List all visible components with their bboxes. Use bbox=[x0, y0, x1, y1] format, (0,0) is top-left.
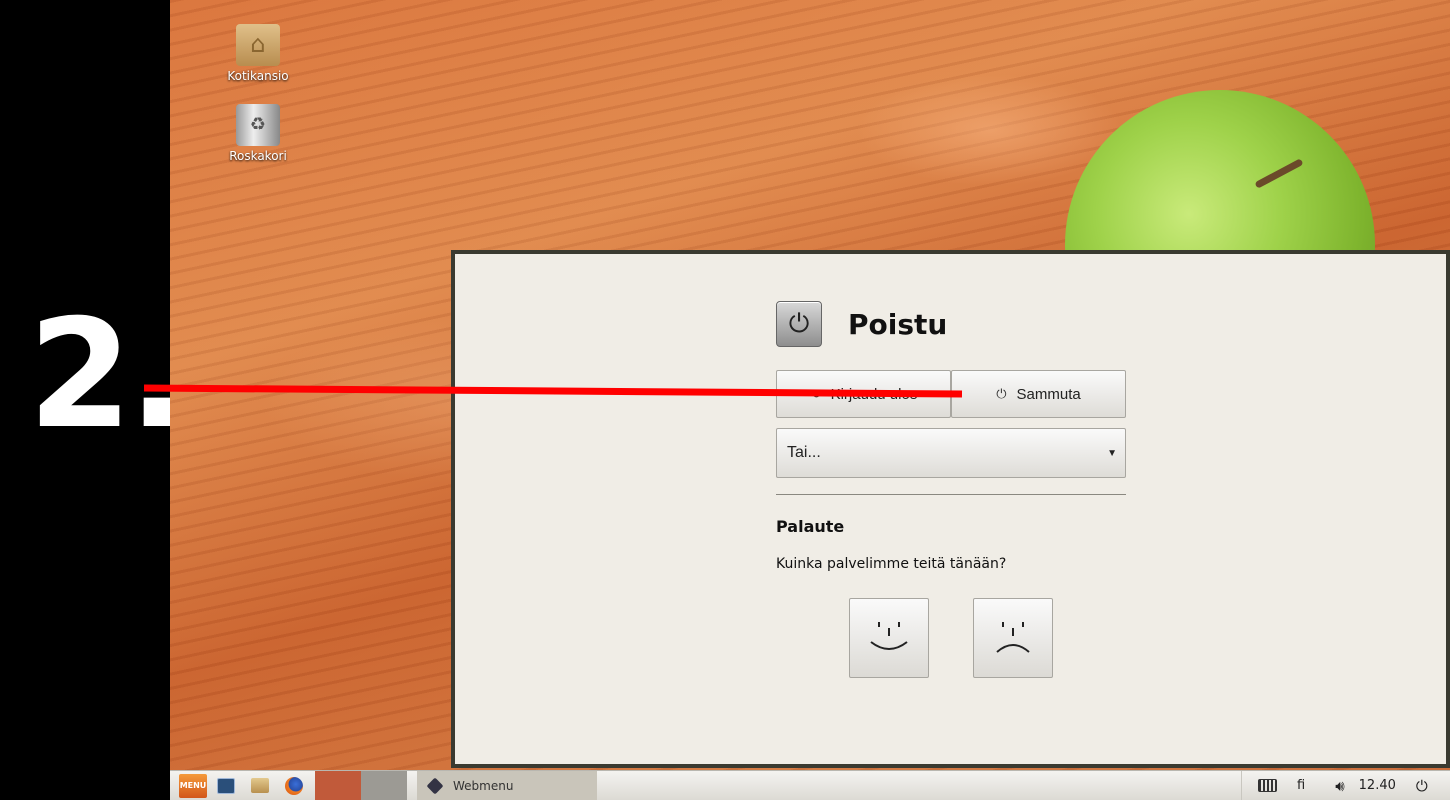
task-label: Webmenu bbox=[453, 778, 514, 793]
shutdown-button-label: Sammuta bbox=[1016, 385, 1081, 403]
system-tray: fi 🔊︎ 12.40 ⏻ bbox=[1241, 771, 1450, 800]
power-logo-icon: ⏻ bbox=[776, 301, 822, 347]
trash-icon bbox=[236, 104, 280, 146]
dialog-content: ⏻ Poistu ⟲ Kirjaudu ulos ⏻ Sammuta Tai..… bbox=[776, 300, 1126, 688]
logout-button-label: Kirjaudu ulos bbox=[830, 385, 918, 403]
dialog-title: Poistu bbox=[848, 307, 948, 341]
taskbar-window-webmenu[interactable]: Webmenu bbox=[417, 771, 597, 800]
chevron-down-icon: ▼ bbox=[1107, 447, 1117, 459]
desktop-icon-home[interactable]: Kotikansio bbox=[220, 24, 296, 83]
feedback-heading: Palaute bbox=[776, 517, 845, 536]
workspace-1[interactable] bbox=[315, 771, 361, 800]
home-folder-icon bbox=[236, 24, 280, 66]
clock[interactable]: 12.40 bbox=[1359, 778, 1396, 793]
folder-icon bbox=[251, 778, 269, 793]
desktop-icon-label: Kotikansio bbox=[227, 69, 289, 83]
happy-feedback-button[interactable] bbox=[849, 598, 929, 678]
keyboard-layout[interactable]: fi bbox=[1297, 778, 1305, 793]
more-options-value: Tai... bbox=[787, 444, 821, 461]
smiley-happy-icon bbox=[870, 622, 908, 650]
logout-icon: ⟲ bbox=[809, 386, 821, 401]
power-icon: ⏻ bbox=[996, 386, 1007, 401]
sad-feedback-button[interactable] bbox=[973, 598, 1053, 678]
logout-button[interactable]: ⟲ Kirjaudu ulos bbox=[776, 370, 951, 418]
action-buttons: ⟲ Kirjaudu ulos ⏻ Sammuta bbox=[776, 370, 1126, 418]
desktop-icon-trash[interactable]: Roskakori bbox=[220, 104, 296, 163]
shutdown-button[interactable]: ⏻ Sammuta bbox=[951, 370, 1126, 418]
divider bbox=[776, 494, 1126, 495]
firefox-icon bbox=[285, 776, 303, 795]
files-launcher[interactable] bbox=[245, 773, 275, 798]
logout-dialog: ⏻ Poistu ⟲ Kirjaudu ulos ⏻ Sammuta Tai..… bbox=[451, 250, 1450, 768]
feedback-question: Kuinka palvelimme teitä tänään? bbox=[776, 556, 1007, 572]
terminal-launcher[interactable] bbox=[211, 773, 241, 798]
keyboard-icon[interactable] bbox=[1258, 779, 1277, 792]
workspace-2[interactable] bbox=[361, 771, 407, 800]
taskbar: MENU Webmenu fi 🔊︎ 12.40 ⏻ bbox=[170, 770, 1450, 800]
dialog-header: ⏻ Poistu bbox=[776, 300, 1126, 348]
smiley-sad-icon bbox=[996, 622, 1030, 653]
volume-icon[interactable]: 🔊︎ bbox=[1335, 777, 1344, 795]
power-icon[interactable]: ⏻ bbox=[1416, 777, 1428, 795]
firefox-launcher[interactable] bbox=[279, 773, 309, 798]
more-options-select[interactable]: Tai... ▼ bbox=[776, 428, 1126, 478]
terminal-icon bbox=[217, 777, 235, 794]
webmenu-icon bbox=[426, 777, 444, 794]
feedback-buttons bbox=[776, 598, 1126, 688]
desktop-icon-label: Roskakori bbox=[229, 149, 287, 163]
step-number-label: 2. bbox=[28, 288, 185, 462]
menu-button[interactable]: MENU bbox=[179, 773, 207, 798]
